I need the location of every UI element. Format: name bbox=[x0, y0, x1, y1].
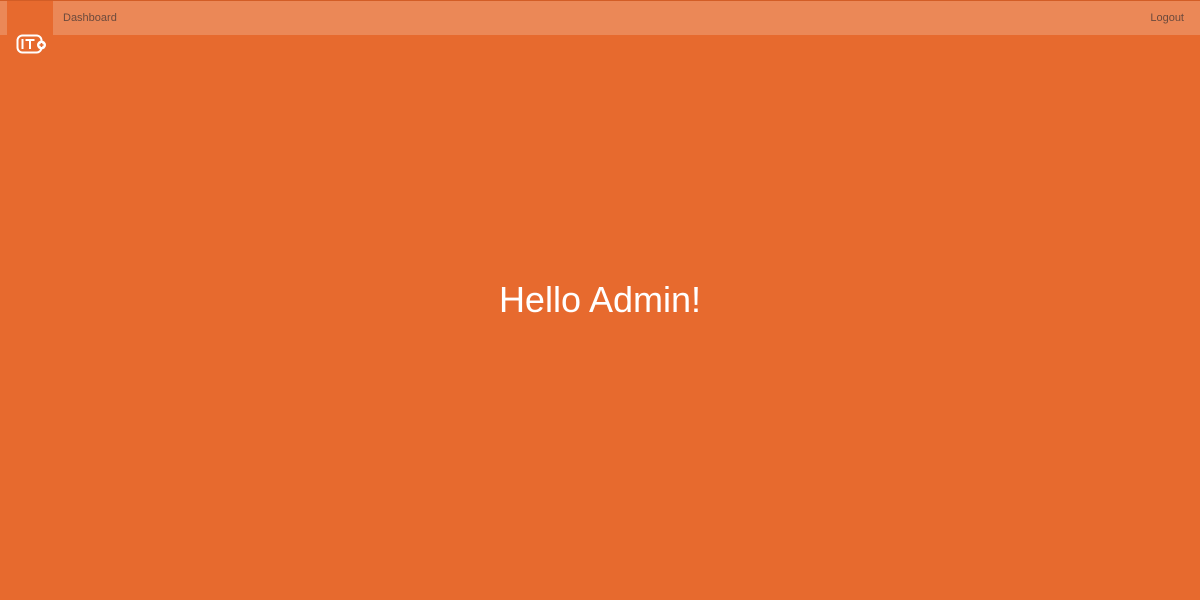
brand-block bbox=[7, 1, 53, 36]
nav-dashboard-link[interactable]: Dashboard bbox=[63, 12, 117, 25]
top-navbar: Dashboard Logout bbox=[0, 0, 1200, 36]
greeting-heading: Hello Admin! bbox=[498, 279, 702, 320]
logout-link[interactable]: Logout bbox=[1150, 12, 1184, 25]
main-content: Hello Admin! bbox=[0, 35, 1200, 600]
